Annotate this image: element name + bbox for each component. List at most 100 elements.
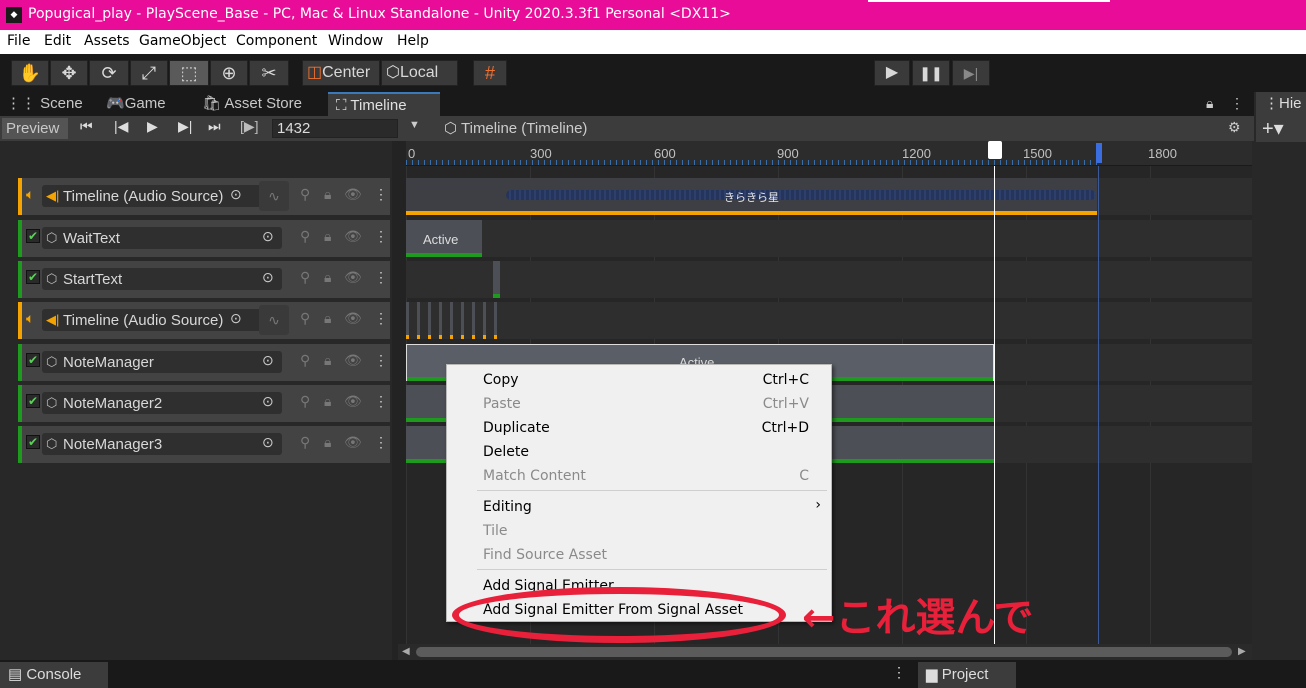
pause-button[interactable]: ❚❚ <box>912 60 950 86</box>
menu-item-delete[interactable]: Delete <box>483 444 529 460</box>
scale-tool-icon[interactable]: ⤢ <box>130 60 168 86</box>
scroll-left-icon[interactable]: ◀ <box>402 646 410 657</box>
lock-icon[interactable]: 🔒︎ <box>324 228 331 245</box>
pin-icon[interactable]: ⚲ <box>300 434 310 451</box>
settings-gear-icon[interactable]: ⚙ <box>1228 119 1241 136</box>
lock-icon[interactable]: 🔒︎ <box>324 186 331 203</box>
target-icon[interactable]: ⊙ <box>230 186 242 203</box>
rect-tool-icon[interactable]: ⬚ <box>169 60 209 86</box>
menu-item-editing[interactable]: Editing <box>483 499 532 515</box>
eye-icon[interactable]: 👁︎ <box>344 393 362 410</box>
track-row[interactable]: ✔ ⬡ StartText ⊙ ⚲ 🔒︎ 👁︎ ⋮ <box>18 261 390 298</box>
target-icon[interactable]: ⊙ <box>262 393 274 410</box>
pin-icon[interactable]: ⚲ <box>300 186 310 203</box>
last-frame-icon[interactable]: ⏭ <box>208 118 221 135</box>
target-icon[interactable]: ⊙ <box>230 310 242 327</box>
lock-icon[interactable]: 🔒︎ <box>324 434 331 451</box>
eye-icon[interactable]: 👁︎ <box>344 186 362 203</box>
tab-project[interactable]: ▆ Project <box>918 662 1016 688</box>
checkbox-icon[interactable]: ✔ <box>26 270 40 284</box>
pin-icon[interactable]: ⚲ <box>300 352 310 369</box>
track-row[interactable]: ✔ ⬡ WaitText ⊙ ⚲ 🔒︎ 👁︎ ⋮ <box>18 220 390 257</box>
next-frame-icon[interactable]: ▶| <box>178 118 192 135</box>
hand-tool-icon[interactable]: ✋ <box>11 60 49 86</box>
tab-game[interactable]: 🎮Game <box>106 92 198 116</box>
lock-icon[interactable]: 🔒︎ <box>1206 95 1213 112</box>
horizontal-scrollbar[interactable]: ◀ ▶ <box>398 644 1252 660</box>
menu-item-duplicate[interactable]: Duplicate <box>483 420 550 436</box>
rotate-tool-icon[interactable]: ⟳ <box>89 60 129 86</box>
pivot-local-toggle[interactable]: ⬡Local <box>381 60 458 86</box>
eye-icon[interactable]: 👁︎ <box>344 310 362 327</box>
tab-asset-store[interactable]: 🛍 Asset Store <box>202 92 322 116</box>
tab-timeline[interactable]: ⛶ Timeline <box>328 92 440 116</box>
pin-icon[interactable]: ⚲ <box>300 310 310 327</box>
track-menu-icon[interactable]: ⋮ <box>374 228 388 245</box>
scroll-thumb[interactable] <box>416 647 1232 657</box>
menu-item-copy[interactable]: Copy <box>483 372 519 388</box>
pin-icon[interactable]: ⚲ <box>300 228 310 245</box>
checkbox-icon[interactable]: ✔ <box>26 394 40 408</box>
menu-item-match-content[interactable]: Match Content <box>483 468 586 484</box>
lock-icon[interactable]: 🔒︎ <box>324 352 331 369</box>
pivot-center-toggle[interactable]: ◫Center <box>302 60 380 86</box>
track-row[interactable]: ✔ ⬡ NoteManager ⊙ ⚲ 🔒︎ 👁︎ ⋮ <box>18 344 390 381</box>
timeline-asset-breadcrumb[interactable]: ⬡ Timeline (Timeline) <box>430 118 620 140</box>
menu-item-paste[interactable]: Paste <box>483 396 521 412</box>
hierarchy-add-icon[interactable]: +▾ <box>1256 116 1306 142</box>
activation-clip[interactable]: Active <box>406 220 482 257</box>
audio-clips-small[interactable] <box>406 302 498 339</box>
menu-item-tile[interactable]: Tile <box>483 523 508 539</box>
first-frame-icon[interactable]: ⏮ <box>80 118 93 135</box>
step-button[interactable]: ▶| <box>952 60 990 86</box>
track-menu-icon[interactable]: ⋮ <box>374 269 388 286</box>
track-menu-icon[interactable]: ⋮ <box>374 393 388 410</box>
time-ruler[interactable]: 0 300 600 900 1200 1500 1800 <box>406 141 1252 166</box>
menu-gameobject[interactable]: GameObject <box>139 33 226 49</box>
curves-icon[interactable]: ∿ <box>259 305 289 335</box>
preview-button[interactable]: Preview <box>2 118 68 139</box>
track-menu-icon[interactable]: ⋮ <box>374 186 388 203</box>
eye-icon[interactable]: 👁︎ <box>344 352 362 369</box>
menu-component[interactable]: Component <box>236 33 317 49</box>
target-icon[interactable]: ⊙ <box>262 269 274 286</box>
checkbox-icon[interactable]: ✔ <box>26 435 40 449</box>
menu-help[interactable]: Help <box>397 33 429 49</box>
track-menu-icon[interactable]: ⋮ <box>374 352 388 369</box>
tab-scene[interactable]: ⋮⋮ Scene <box>6 92 96 116</box>
target-icon[interactable]: ⊙ <box>262 352 274 369</box>
play-range-icon[interactable]: [▶] <box>240 118 259 135</box>
more-options-icon[interactable]: ⋮ <box>1230 95 1244 112</box>
frame-field[interactable]: 1432 <box>272 119 398 138</box>
pin-icon[interactable]: ⚲ <box>300 393 310 410</box>
playhead-handle[interactable] <box>988 141 1002 159</box>
track-menu-icon[interactable]: ⋮ <box>374 310 388 327</box>
pin-icon[interactable]: ⚲ <box>300 269 310 286</box>
checkbox-icon[interactable]: ✔ <box>26 353 40 367</box>
eye-icon[interactable]: 👁︎ <box>344 228 362 245</box>
more-options-icon[interactable]: ⋮ <box>892 664 906 681</box>
track-row[interactable]: ✔ ⬡ NoteManager2 ⊙ ⚲ 🔒︎ 👁︎ ⋮ <box>18 385 390 422</box>
play-button[interactable]: ▶ <box>874 60 910 86</box>
lock-icon[interactable]: 🔒︎ <box>324 269 331 286</box>
menu-edit[interactable]: Edit <box>44 33 71 49</box>
move-tool-icon[interactable]: ✥ <box>50 60 88 86</box>
panel-separator[interactable] <box>392 141 406 660</box>
menu-file[interactable]: File <box>7 33 30 49</box>
menu-item-find-source-asset[interactable]: Find Source Asset <box>483 547 607 563</box>
grid-snap-icon[interactable]: # <box>473 60 507 86</box>
menu-window[interactable]: Window <box>328 33 383 49</box>
scroll-right-icon[interactable]: ▶ <box>1238 646 1246 657</box>
checkbox-icon[interactable]: ✔ <box>26 229 40 243</box>
transform-tool-icon[interactable]: ⊕ <box>210 60 248 86</box>
lock-icon[interactable]: 🔒︎ <box>324 393 331 410</box>
activation-clip[interactable] <box>493 261 500 298</box>
track-menu-icon[interactable]: ⋮ <box>374 434 388 451</box>
target-icon[interactable]: ⊙ <box>262 434 274 451</box>
menu-assets[interactable]: Assets <box>84 33 130 49</box>
eye-icon[interactable]: 👁︎ <box>344 269 362 286</box>
curves-icon[interactable]: ∿ <box>259 181 289 211</box>
custom-tool-icon[interactable]: ✂ <box>249 60 289 86</box>
dropdown-arrow-icon[interactable]: ▼ <box>409 119 420 131</box>
eye-icon[interactable]: 👁︎ <box>344 434 362 451</box>
